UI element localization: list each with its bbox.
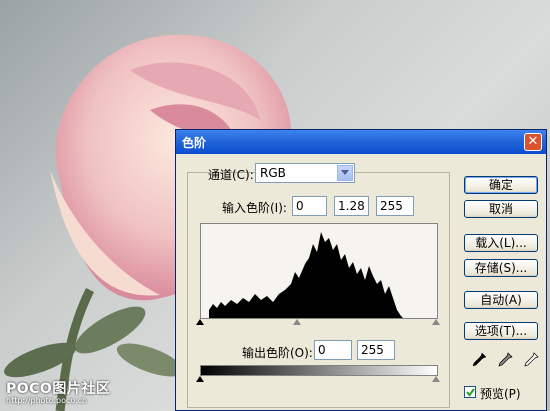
black-eyedropper-icon[interactable] (471, 352, 487, 368)
dialog-title: 色阶 (182, 136, 207, 150)
watermark: POCO图片社区 http://photo.poco.cn (6, 378, 110, 405)
output-levels-label: 输出色阶(O): (242, 346, 313, 360)
white-eyedropper-icon[interactable] (523, 352, 539, 368)
output-black-slider[interactable] (196, 376, 204, 382)
check-icon (466, 388, 475, 397)
channel-value: RGB (260, 166, 286, 180)
output-gradient-bar (200, 365, 438, 376)
input-levels-label: 输入色阶(I): (222, 201, 287, 215)
input-white-field[interactable]: 255 (376, 196, 414, 216)
load-button[interactable]: 载入(L)... (464, 234, 538, 252)
cancel-button[interactable]: 取消 (464, 200, 538, 218)
histogram-graph (209, 232, 403, 318)
save-button[interactable]: 存储(S)... (464, 259, 538, 277)
input-gamma-field[interactable]: 1.28 (334, 196, 369, 216)
output-white-slider[interactable] (432, 376, 440, 382)
gamma-slider[interactable] (293, 319, 301, 325)
histogram (200, 223, 438, 319)
chevron-down-icon[interactable] (337, 165, 353, 181)
white-point-slider[interactable] (432, 319, 440, 325)
preview-checkbox[interactable] (464, 386, 476, 398)
auto-button[interactable]: 自动(A) (464, 291, 538, 309)
options-button[interactable]: 选项(T)... (464, 322, 538, 340)
dialog-titlebar[interactable]: 色阶 ✕ (176, 130, 546, 154)
levels-dialog: 色阶 ✕ 通道(C): RGB 输入色阶(I): 0 1.28 255 输出色阶… (175, 129, 547, 411)
watermark-brand: POCO图片社区 (6, 381, 111, 397)
input-black-field[interactable]: 0 (292, 196, 327, 216)
gray-eyedropper-icon[interactable] (497, 352, 513, 368)
close-button[interactable]: ✕ (524, 133, 542, 151)
preview-label[interactable]: 预览(P) (480, 385, 521, 402)
ok-button[interactable]: 确定 (464, 176, 538, 194)
channel-select[interactable]: RGB (255, 163, 355, 183)
output-white-field[interactable]: 255 (357, 340, 395, 360)
channel-label: 通道(C): (208, 168, 254, 182)
close-icon: ✕ (527, 134, 539, 149)
output-black-field[interactable]: 0 (314, 340, 352, 360)
black-point-slider[interactable] (196, 319, 204, 325)
